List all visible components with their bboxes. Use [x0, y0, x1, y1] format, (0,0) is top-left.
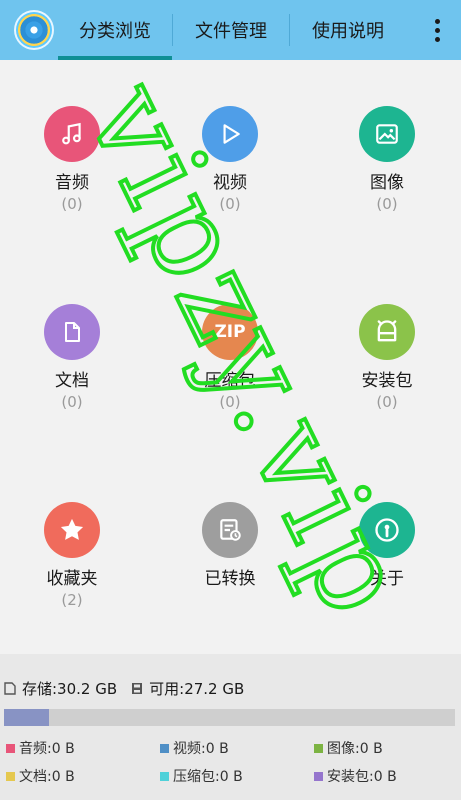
storage-summary: 存储:30.2 GB 可用:27.2 GB — [4, 678, 244, 699]
legend-audio: 音频:0 B — [6, 738, 75, 758]
category-converted[interactable]: 已转换 — [170, 502, 290, 642]
more-options-icon[interactable] — [424, 14, 450, 46]
legend-swatch — [6, 771, 15, 781]
zip-icon: ZIP — [202, 304, 258, 360]
category-count: (0) — [376, 195, 398, 213]
category-count: (2) — [61, 591, 83, 609]
category-count: (0) — [61, 195, 83, 213]
legend-text: 安装包:0 B — [327, 769, 397, 785]
category-label: 音频 — [55, 173, 89, 193]
legend-swatch — [160, 771, 169, 781]
storage-total: 存储:30.2 GB — [22, 680, 118, 698]
document-icon — [44, 304, 100, 360]
converted-doc-icon — [202, 502, 258, 558]
star-icon — [44, 502, 100, 558]
category-count: (0) — [219, 393, 241, 411]
legend-swatch — [314, 743, 323, 753]
legend-text: 音频:0 B — [19, 741, 75, 757]
category-label: 文档 — [55, 371, 89, 391]
category-video[interactable]: 视频 (0) — [170, 106, 290, 246]
tab-file-management[interactable]: 文件管理 — [173, 0, 289, 60]
storage-file-icon — [4, 682, 16, 695]
storage-usage-bar — [4, 709, 455, 726]
storage-free: 可用:27.2 GB — [149, 680, 245, 698]
category-archive[interactable]: ZIP 压缩包 (0) — [170, 304, 290, 444]
category-count: (0) — [61, 393, 83, 411]
category-label: 视频 — [213, 173, 247, 193]
info-icon — [359, 502, 415, 558]
sd-card-icon — [132, 683, 143, 694]
tab-category-browse[interactable]: 分类浏览 — [58, 0, 172, 60]
tab-instructions[interactable]: 使用说明 — [290, 0, 406, 60]
play-icon — [202, 106, 258, 162]
category-favorites[interactable]: 收藏夹 (2) — [12, 502, 132, 642]
storage-usage-fill — [4, 709, 50, 726]
image-icon — [359, 106, 415, 162]
category-label: 安装包 — [361, 371, 413, 391]
category-apk[interactable]: 安装包 (0) — [327, 304, 447, 444]
app-bar: 分类浏览 文件管理 使用说明 — [0, 0, 461, 60]
legend-text: 视频:0 B — [173, 741, 229, 757]
storage-panel: 存储:30.2 GB 可用:27.2 GB 音频:0 B 视频:0 B 图像:0… — [0, 654, 461, 800]
legend-archive: 压缩包:0 B — [160, 766, 243, 786]
category-label: 图像 — [370, 173, 404, 193]
category-about[interactable]: 关于 — [327, 502, 447, 642]
android-icon — [359, 304, 415, 360]
category-label: 收藏夹 — [46, 569, 98, 589]
category-image[interactable]: 图像 (0) — [327, 106, 447, 246]
legend-image: 图像:0 B — [314, 738, 383, 758]
legend-text: 压缩包:0 B — [173, 769, 243, 785]
zip-icon-text: ZIP — [214, 322, 246, 342]
category-label: 压缩包 — [204, 371, 256, 391]
music-note-icon — [44, 106, 100, 162]
legend-video: 视频:0 B — [160, 738, 229, 758]
category-label: 已转换 — [204, 569, 256, 589]
legend-apk: 安装包:0 B — [314, 766, 397, 786]
category-grid: 音频 (0) 视频 (0) 图像 (0) 文档 (0) ZIP 压缩包 (0) … — [0, 60, 461, 654]
category-count: (0) — [219, 195, 241, 213]
app-logo-icon[interactable] — [14, 10, 54, 50]
legend-text: 图像:0 B — [327, 741, 383, 757]
category-document[interactable]: 文档 (0) — [12, 304, 132, 444]
category-audio[interactable]: 音频 (0) — [12, 106, 132, 246]
legend-swatch — [6, 743, 15, 753]
category-label: 关于 — [370, 569, 404, 589]
legend-swatch — [314, 771, 323, 781]
legend-text: 文档:0 B — [19, 769, 75, 785]
category-count: (0) — [376, 393, 398, 411]
legend-document: 文档:0 B — [6, 766, 75, 786]
legend-swatch — [160, 743, 169, 753]
